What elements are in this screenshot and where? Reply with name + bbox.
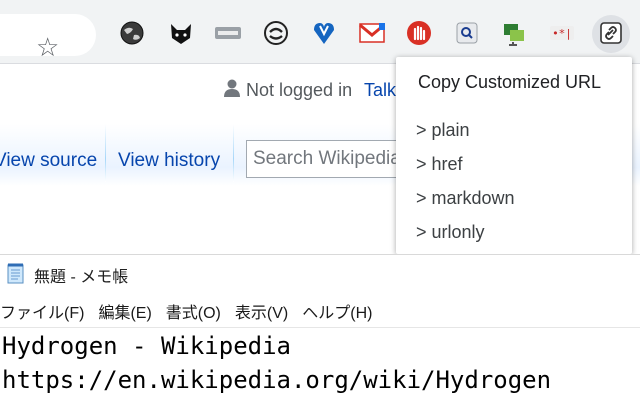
copy-url-popup: Copy Customized URL > plain > href > mar… xyxy=(396,57,632,254)
green-monitor-icon[interactable] xyxy=(500,19,528,47)
notepad-window: 無題 - メモ帳 ファイル(F) 編集(E) 書式(O) 表示(V) ヘルプ(H… xyxy=(0,254,640,400)
user-status: Not logged in xyxy=(222,78,352,102)
window-title-bar: 無題 - メモ帳 xyxy=(6,263,128,287)
gmail-icon[interactable] xyxy=(358,19,386,47)
menu-view[interactable]: 表示(V) xyxy=(235,299,288,323)
address-bar[interactable]: ☆ xyxy=(0,14,96,62)
popup-title: Copy Customized URL xyxy=(418,72,602,92)
menu-format[interactable]: 書式(O) xyxy=(166,299,221,323)
svg-text:•*|: •*| xyxy=(552,27,572,40)
menu-bar: ファイル(F) 編集(E) 書式(O) 表示(V) ヘルプ(H) xyxy=(0,299,372,323)
tab-divider xyxy=(233,124,234,182)
user-icon xyxy=(222,78,242,103)
star-outline-icon[interactable]: ☆ xyxy=(36,34,59,62)
tab-divider xyxy=(105,124,106,182)
browser-toolbar: ☆ •*| xyxy=(0,0,640,64)
dot-star-icon[interactable]: •*| xyxy=(548,19,576,47)
not-logged-in-label: Not logged in xyxy=(246,79,353,100)
menu-item-urlonly[interactable]: > urlonly xyxy=(416,221,485,243)
tab-view-history[interactable]: View history xyxy=(118,148,220,174)
tab-view-source[interactable]: View source xyxy=(0,148,97,174)
menu-edit[interactable]: 編集(E) xyxy=(98,299,151,323)
menu-item-markdown[interactable]: > markdown xyxy=(416,187,515,209)
circle-arrows-icon[interactable] xyxy=(262,19,290,47)
window-title: 無題 - メモ帳 xyxy=(34,269,129,286)
menu-file[interactable]: ファイル(F) xyxy=(0,299,84,323)
blue-heart-icon[interactable] xyxy=(310,19,338,47)
link-icon[interactable] xyxy=(597,19,625,47)
magnifier-box-icon[interactable] xyxy=(453,19,481,47)
notepad-icon xyxy=(6,262,26,289)
text-line-2[interactable]: https://en.wikipedia.org/wiki/Hydrogen xyxy=(2,365,551,395)
talk-link[interactable]: Talk xyxy=(364,78,396,102)
cat-face-icon[interactable] xyxy=(167,19,195,47)
red-hand-icon[interactable] xyxy=(405,19,433,47)
menu-item-href[interactable]: > href xyxy=(416,153,463,175)
globe-icon[interactable] xyxy=(118,19,146,47)
text-line-1[interactable]: Hydrogen - Wikipedia xyxy=(2,331,291,361)
menu-item-plain[interactable]: > plain xyxy=(416,119,470,141)
menu-help[interactable]: ヘルプ(H) xyxy=(302,299,372,323)
menu-divider xyxy=(0,327,640,328)
privacy-badge-icon[interactable] xyxy=(214,19,242,47)
